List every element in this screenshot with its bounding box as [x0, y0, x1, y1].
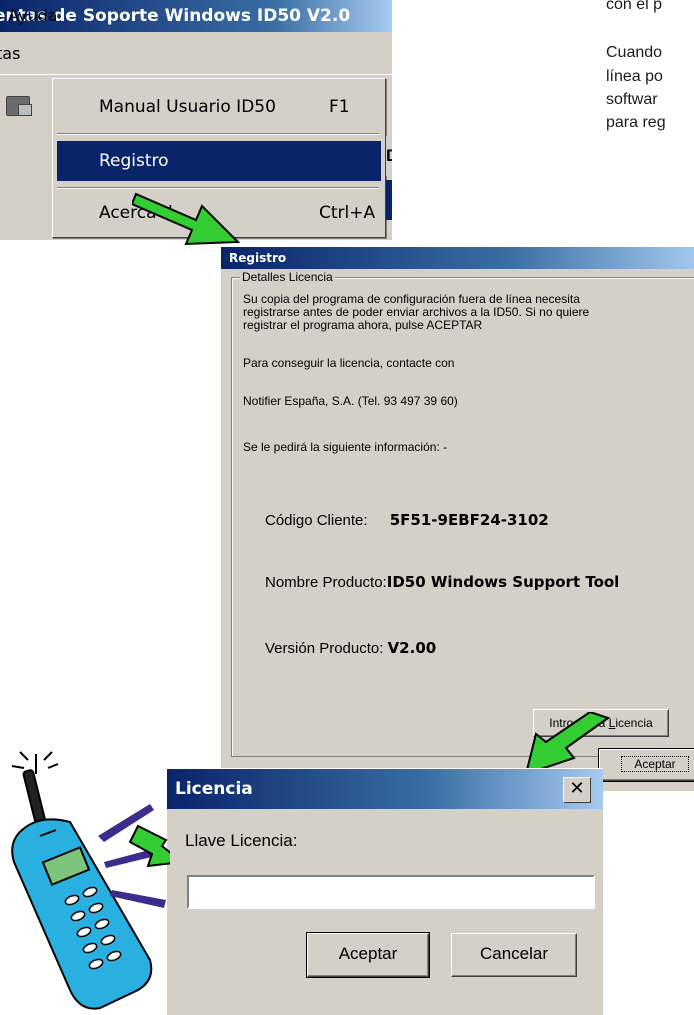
close-icon[interactable]: ✕: [563, 777, 591, 803]
menubar: tas: [0, 32, 392, 75]
app-titlebar: entas de Soporte Windows ID50 V2.0: [0, 0, 392, 32]
menu-item-acerca-shortcut: Ctrl+A: [319, 203, 376, 223]
doc-text-line-4: softwar: [606, 91, 658, 108]
doc-text-line-5: para reg: [606, 114, 666, 131]
nombre-producto-label: Nombre Producto:: [265, 574, 387, 591]
toolbar-icon-overlay: [18, 104, 32, 116]
info-line: Se le pedirá la siguiente información: -: [243, 440, 448, 454]
intro-line-3: registrar el programa ahora, pulse ACEPT…: [243, 318, 483, 332]
side-highlight: [386, 180, 392, 220]
licencia-titlebar: Licencia ✕: [167, 769, 603, 809]
registro-titlebar: Registro: [221, 247, 694, 269]
codigo-cliente-label: Código Cliente:: [265, 512, 368, 529]
arrow-icon: [132, 192, 241, 246]
menu-item-registro-label: Registro: [99, 151, 169, 171]
version-producto-value: V2.00: [387, 639, 437, 657]
registro-aceptar-button[interactable]: Aceptar: [598, 748, 694, 782]
nombre-producto-row: Nombre Producto:ID50 Windows Support Too…: [265, 573, 619, 591]
doc-text-line-3: línea po: [606, 68, 663, 85]
licencia-title: Licencia: [175, 779, 253, 799]
side-letter: D: [386, 146, 392, 166]
menu-item-manual-label: Manual Usuario ID50: [99, 97, 276, 117]
version-producto-label: Versión Producto:: [265, 640, 384, 657]
registro-aceptar-label: Aceptar: [621, 756, 689, 772]
menu-herramientas[interactable]: tas: [0, 44, 20, 63]
nombre-producto-value: ID50 Windows Support Tool: [386, 573, 620, 591]
doc-text-line-2: Cuando: [606, 44, 663, 61]
menu-ayuda-label: Ayuda: [8, 6, 58, 25]
codigo-cliente-row: Código Cliente: 5F51-9EBF24-3102: [265, 511, 549, 529]
codigo-cliente-value: 5F51-9EBF24-3102: [389, 511, 549, 529]
side-column-letter: D: [386, 136, 392, 176]
group-label: Detalles Licencia: [240, 270, 335, 284]
menu-item-manual[interactable]: Manual Usuario ID50 F1: [57, 87, 381, 127]
llave-licencia-input[interactable]: [187, 875, 595, 909]
registro-dialog: Registro Detalles Licencia Su copia del …: [220, 246, 694, 791]
version-producto-row: Versión Producto: V2.00: [265, 639, 436, 657]
doc-text-line-1: con el p: [606, 0, 663, 13]
licencia-cancelar-button[interactable]: Cancelar: [451, 933, 577, 977]
menu-item-manual-shortcut: F1: [329, 97, 350, 117]
phone-icon: [11, 751, 170, 1010]
contact-line: Para conseguir la licencia, contacte con: [243, 356, 455, 370]
licencia-aceptar-button[interactable]: Aceptar: [306, 932, 430, 978]
llave-licencia-label: Llave Licencia:: [185, 831, 298, 850]
registro-title: Registro: [229, 251, 287, 265]
company-line: Notifier España, S.A. (Tel. 93 497 39 60…: [243, 394, 458, 408]
menu-separator: [57, 133, 379, 135]
introduzca-label-post: icencia: [615, 716, 653, 730]
licencia-dialog: Licencia ✕ Llave Licencia: Aceptar Cance…: [166, 768, 603, 1015]
menu-item-registro[interactable]: Registro: [57, 141, 381, 181]
